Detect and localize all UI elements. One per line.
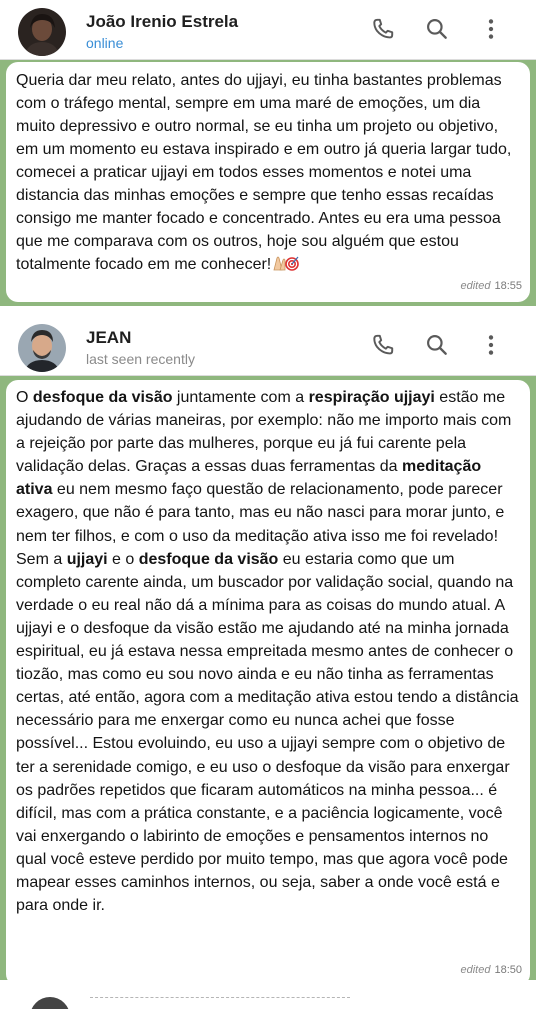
more-vertical-icon[interactable] (478, 332, 504, 358)
message-bubble[interactable]: O desfoque da visão juntamente com a res… (6, 380, 530, 986)
message-bubble[interactable]: Queria dar meu relato, antes do ujjayi, … (6, 62, 530, 302)
chat-screenshot-2: JEAN last seen recently O desfoque da vi… (0, 316, 536, 992)
message-bold-segment: desfoque da visão (138, 550, 279, 568)
divider (0, 306, 536, 316)
message-meta: edited 18:55 (460, 275, 522, 298)
message-time: 18:50 (494, 963, 522, 976)
avatar (30, 997, 70, 1009)
divider (0, 980, 536, 993)
divider (90, 997, 350, 1001)
avatar[interactable] (18, 324, 66, 372)
contact-name[interactable]: João Irenio Estrela (86, 12, 238, 32)
message-meta: edited 18:50 (460, 959, 522, 982)
message-bold-segment: ujjayi (66, 550, 108, 568)
more-vertical-icon[interactable] (478, 16, 504, 42)
phone-icon[interactable] (370, 16, 396, 42)
search-icon[interactable] (424, 332, 450, 358)
avatar[interactable] (18, 8, 66, 56)
edited-label: edited (460, 963, 491, 976)
message-segment: juntamente com a (172, 389, 309, 406)
phone-icon[interactable] (370, 332, 396, 358)
folded-hands-emoji (271, 255, 300, 271)
chat-screenshot-1: João Irenio Estrela online Queria dar me… (0, 0, 536, 306)
chat-header: JEAN last seen recently (0, 316, 536, 376)
contact-status: online (86, 35, 124, 51)
contact-name[interactable]: JEAN (86, 328, 131, 348)
message-bold-segment: respiração ujjayi (308, 389, 435, 406)
message-segment: e o (107, 550, 139, 568)
message-segment: O (16, 389, 33, 406)
message-bold-segment: desfoque da visão (32, 389, 173, 406)
message-segment: eu estaria como que um completo carente … (16, 550, 519, 915)
contact-status: last seen recently (86, 351, 195, 367)
edited-label: edited (460, 280, 491, 292)
message-time: 18:55 (494, 280, 522, 292)
search-icon[interactable] (424, 16, 450, 42)
message-text: Queria dar meu relato, antes do ujjayi, … (16, 72, 512, 273)
chat-screenshot-3-partial (0, 993, 536, 1009)
chat-header: João Irenio Estrela online (0, 0, 536, 60)
